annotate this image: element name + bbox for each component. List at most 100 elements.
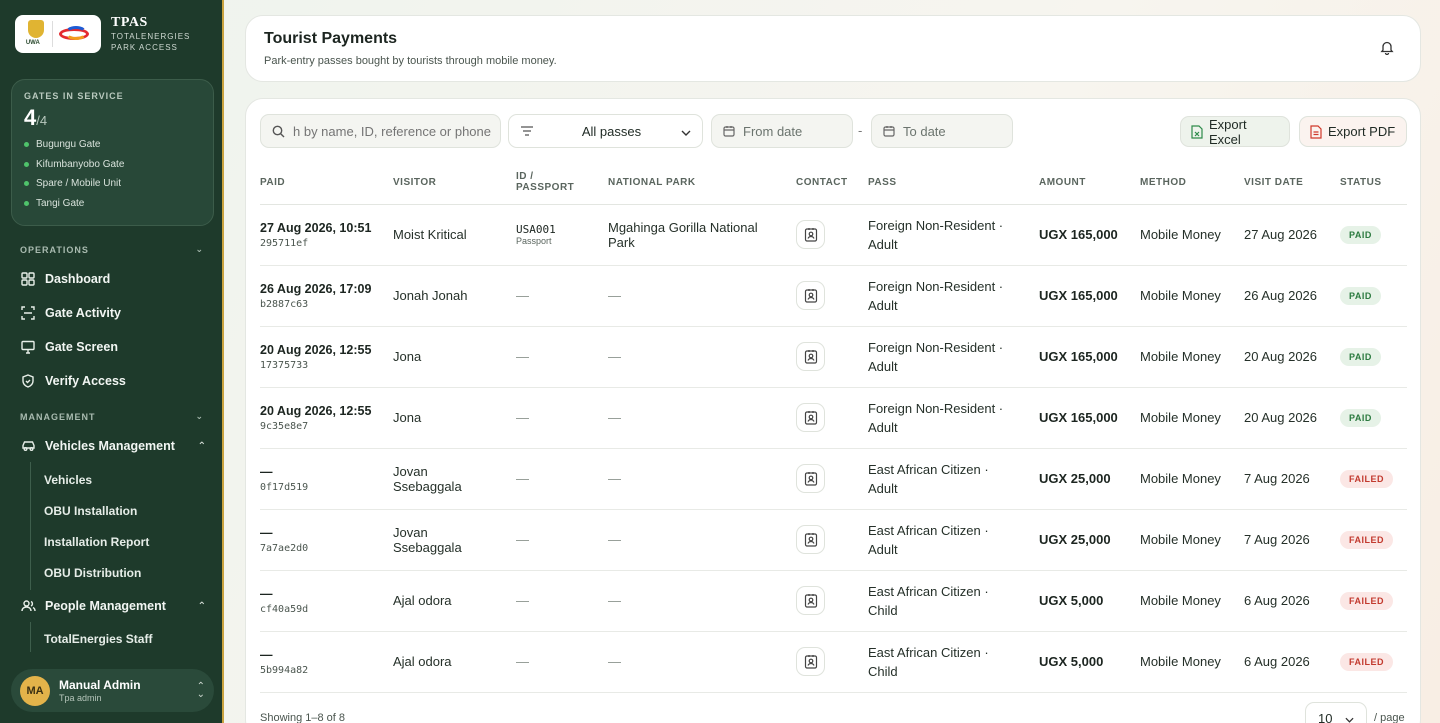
chevron-down-icon: ⌄ (195, 244, 204, 254)
pass-type: Adult (868, 236, 898, 252)
status-cell: PAID (1340, 204, 1407, 266)
paid-cell: — 5b994a82 (260, 631, 393, 693)
pass-type: Child (868, 663, 898, 679)
scan-icon (20, 305, 36, 321)
contact-card-icon[interactable] (796, 647, 825, 676)
chevron-down-icon: ⌄ (195, 411, 204, 421)
visit-date-cell: 26 Aug 2026 (1244, 265, 1340, 327)
table-row[interactable]: —0f17d519 Jovan Ssebaggala — — East African … (260, 448, 1407, 510)
method-cell: Mobile Money (1140, 326, 1244, 388)
from-date-picker[interactable]: From date (711, 114, 853, 148)
id-value: — (516, 593, 529, 608)
payment-reference: cf40a59d (260, 603, 309, 615)
paid-cell: 20 Aug 2026, 12:55 17375733 (260, 326, 393, 388)
sidebar-item-gate-activity[interactable]: Gate Activity (20, 305, 206, 321)
brand[interactable]: UWA TPAS TOTALENERGIES PARK ACCESS (15, 15, 190, 53)
table-row[interactable]: 20 Aug 2026, 12:55 9c35e8e7 Jona — — Foreign … (260, 387, 1407, 449)
id-value: — (516, 532, 529, 547)
excel-file-icon (1191, 124, 1203, 139)
contact-cell (796, 570, 868, 632)
contact-card-icon[interactable] (796, 342, 825, 371)
paid-date: 26 Aug 2026, 17:09 (260, 281, 372, 296)
search-icon (272, 125, 285, 138)
status-badge: PAID (1340, 347, 1381, 366)
status-cell: PAID (1340, 387, 1407, 449)
page-subtitle: Park-entry passes bought by tourists thr… (264, 55, 557, 67)
column-header: AMOUNT (1039, 161, 1140, 205)
amount-cell: UGX 165,000 (1039, 265, 1140, 327)
national-park-cell: — (608, 387, 796, 449)
pagination-summary: Showing 1–8 of 8 (260, 712, 346, 723)
method-cell: Mobile Money (1140, 509, 1244, 571)
contact-card-icon[interactable] (796, 403, 825, 432)
sidebar-item-verify-access[interactable]: Verify Access (20, 373, 206, 389)
sidebar-item-people-management[interactable]: People Management ⌃ (20, 598, 206, 614)
gate-item: Tangi Gate (24, 194, 201, 214)
export-excel-button[interactable]: Export Excel (1180, 116, 1290, 147)
table-row[interactable]: —5b994a82 Ajal odora — — East African Citize… (260, 631, 1407, 693)
table-row[interactable]: 20 Aug 2026, 12:55 17375733 Jona — — Foreign … (260, 326, 1407, 388)
status-badge: PAID (1340, 286, 1381, 305)
sidebar-item-installation-report[interactable]: Installation Report (44, 535, 149, 549)
amount-cell: UGX 25,000 (1039, 448, 1140, 510)
sidebar-item-obu-installation[interactable]: OBU Installation (44, 504, 137, 518)
contact-cell (796, 204, 868, 266)
pdf-file-icon (1310, 124, 1322, 139)
sidebar: UWA TPAS TOTALENERGIES PARK ACCESS GATES… (0, 0, 224, 723)
pass-type: Adult (868, 541, 898, 557)
sidebar-item-vehicles[interactable]: Vehicles (44, 473, 92, 487)
id-cell: — (516, 509, 608, 571)
search-input[interactable] (293, 123, 491, 139)
shield-check-icon (20, 373, 36, 389)
id-value: — (516, 471, 529, 486)
contact-card-icon[interactable] (796, 281, 825, 310)
paid-cell: — 7a7ae2d0 (260, 509, 393, 571)
contact-card-icon[interactable] (796, 586, 825, 615)
user-menu[interactable]: MA Manual Admin Tpa admin ⌃ ⌄ (11, 669, 214, 712)
status-badge: PAID (1340, 408, 1381, 427)
table-row[interactable]: — cf40a59d Ajal odora — — East African Citize… (260, 570, 1407, 632)
calendar-icon (883, 125, 895, 137)
paid-date: — (260, 525, 273, 540)
table-row[interactable]: 27 Aug 2026, 10:51 295711ef Moist Kritical… (260, 204, 1407, 266)
paid-cell: 20 Aug 2026, 12:55 9c35e8e7 (260, 387, 393, 449)
sidebar-item-gate-screen[interactable]: Gate Screen (20, 339, 206, 355)
visit-date-cell: 6 Aug 2026 (1244, 570, 1340, 632)
paid-date: — (260, 464, 273, 479)
status-cell: FAILED (1340, 509, 1407, 571)
bell-icon[interactable] (1380, 40, 1394, 60)
payment-reference: 17375733 (260, 359, 309, 371)
pass-category: East African Citizen · (868, 522, 989, 538)
sidebar-item-dashboard[interactable]: Dashboard (20, 271, 206, 287)
amount-cell: UGX 5,000 (1039, 570, 1140, 632)
id-type: Passport (516, 236, 552, 246)
sidebar-item-totalenergies-staff[interactable]: TotalEnergies Staff (44, 632, 152, 646)
status-dot-icon (24, 142, 29, 148)
pass-filter-select[interactable]: All passes (508, 114, 703, 148)
nav-section-operations[interactable]: OPERATIONS ⌄ (20, 244, 204, 255)
export-pdf-button[interactable]: Export PDF (1299, 116, 1407, 147)
to-date-picker[interactable]: To date (871, 114, 1013, 148)
sidebar-item-vehicles-management[interactable]: Vehicles Management ⌃ (20, 438, 206, 454)
paid-date: 20 Aug 2026, 12:55 (260, 403, 372, 418)
visit-date-cell: 20 Aug 2026 (1244, 387, 1340, 449)
pass-cell: East African Citizen · Adult (868, 509, 1039, 571)
contact-card-icon[interactable] (796, 525, 825, 554)
amount-cell: UGX 165,000 (1039, 387, 1140, 449)
search-field[interactable] (260, 114, 501, 148)
contact-card-icon[interactable] (796, 464, 825, 493)
table-row[interactable]: 26 Aug 2026, 17:09 b2887c63 Jonah Jonah — — F… (260, 265, 1407, 327)
users-icon (20, 598, 36, 614)
method-cell: Mobile Money (1140, 387, 1244, 449)
visit-date-cell: 7 Aug 2026 (1244, 448, 1340, 510)
sidebar-item-obu-distribution[interactable]: OBU Distribution (44, 566, 141, 580)
nav-section-management[interactable]: MANAGEMENT ⌄ (20, 411, 204, 422)
id-cell: USA001 Passport (516, 204, 608, 266)
contact-card-icon[interactable] (796, 220, 825, 249)
status-dot-icon (24, 200, 29, 206)
page-size-select[interactable]: 10 (1305, 702, 1367, 723)
pass-cell: East African Citizen · Child (868, 570, 1039, 632)
paid-date: 27 Aug 2026, 10:51 (260, 220, 372, 235)
table-row[interactable]: —7a7ae2d0 Jovan Ssebaggala — — East African … (260, 509, 1407, 571)
avatar: MA (20, 675, 50, 706)
